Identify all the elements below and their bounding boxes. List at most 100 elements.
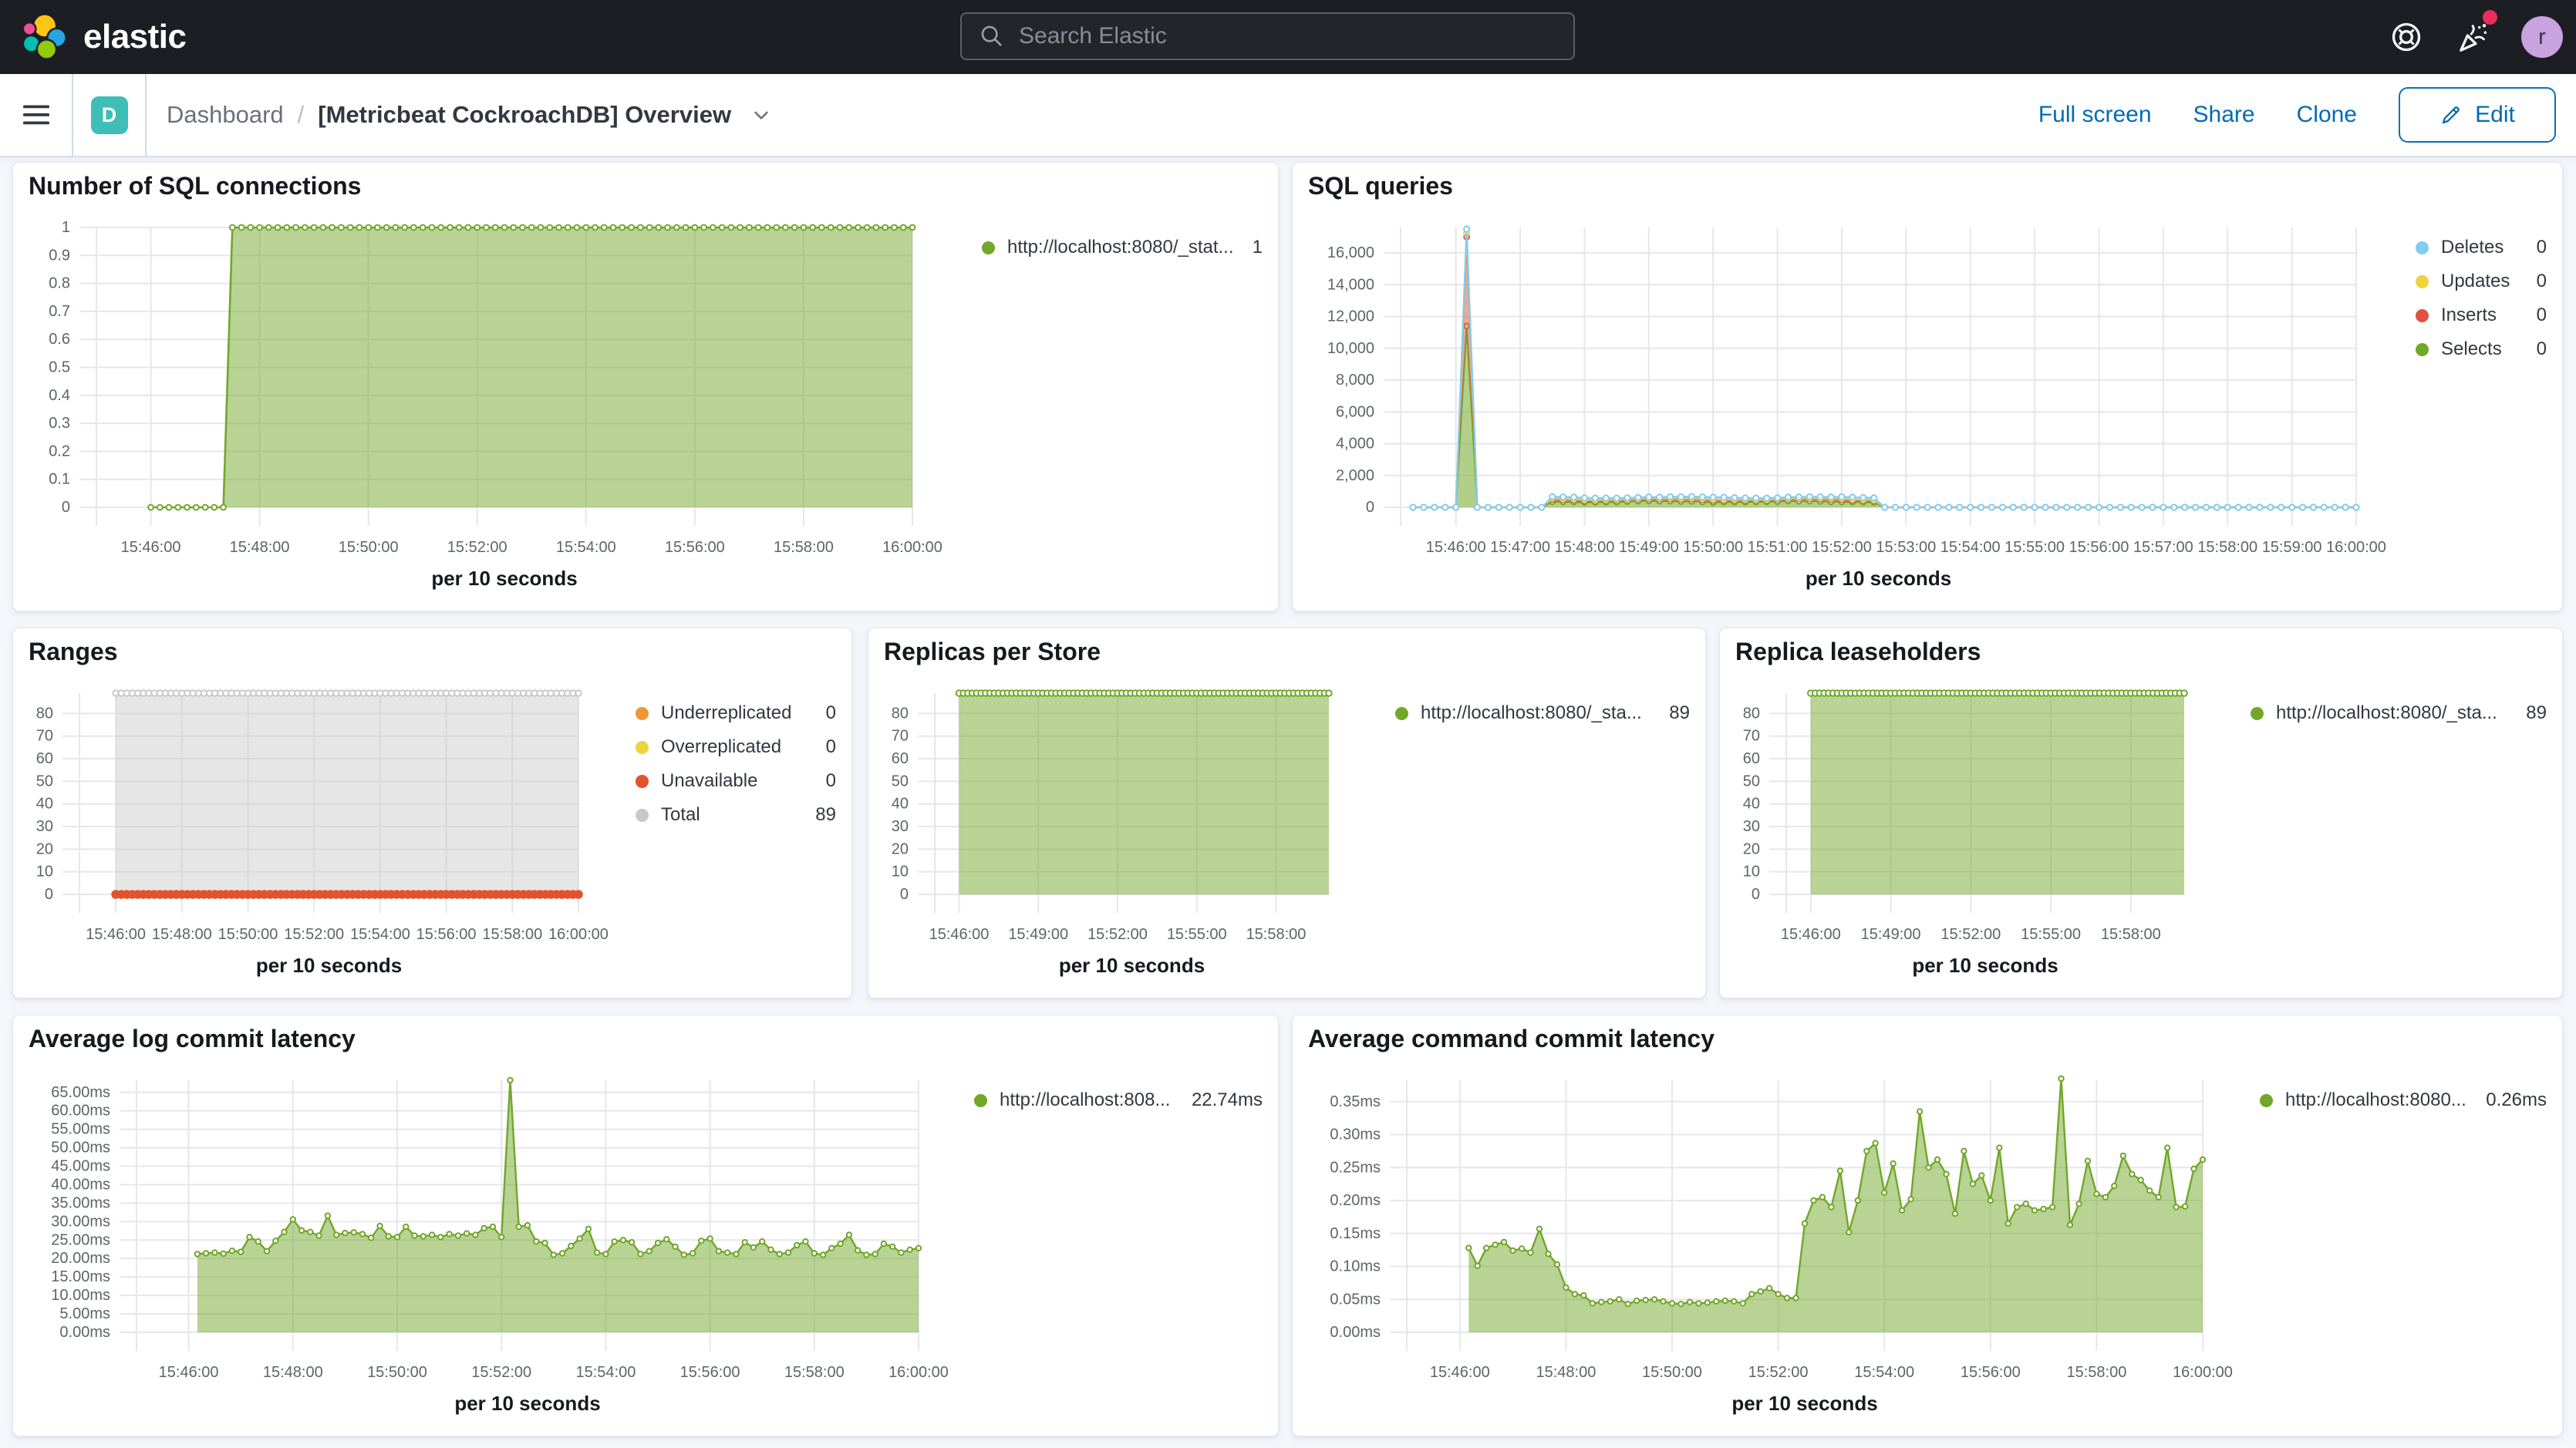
legend-item[interactable]: http://localhost:8080/_sta...89 bbox=[2244, 696, 2547, 730]
edit-button[interactable]: Edit bbox=[2399, 87, 2556, 143]
legend-item[interactable]: http://localhost:8080/_sta...89 bbox=[1389, 696, 1690, 730]
svg-text:16:00:00: 16:00:00 bbox=[2173, 1364, 2233, 1381]
legend-series-label: Underreplicated bbox=[661, 702, 815, 724]
help-button[interactable] bbox=[2372, 0, 2440, 74]
legend-item[interactable]: Selects0 bbox=[2409, 332, 2547, 366]
svg-text:0.7: 0.7 bbox=[49, 303, 70, 320]
svg-text:15:54:00: 15:54:00 bbox=[575, 1364, 636, 1381]
svg-text:6,000: 6,000 bbox=[1336, 403, 1374, 420]
svg-text:15.00ms: 15.00ms bbox=[51, 1268, 110, 1285]
legend-item[interactable]: http://localhost:808...22.74ms bbox=[968, 1083, 1263, 1117]
svg-text:60: 60 bbox=[1743, 750, 1760, 767]
svg-text:0.30ms: 0.30ms bbox=[1330, 1126, 1381, 1143]
chart-plot[interactable]: 15:46:0015:48:0015:50:0015:52:0015:54:00… bbox=[29, 1065, 968, 1425]
svg-text:15:48:00: 15:48:00 bbox=[263, 1364, 323, 1381]
legend-item[interactable]: http://localhost:8080...0.26ms bbox=[2254, 1083, 2547, 1117]
svg-text:0.35ms: 0.35ms bbox=[1330, 1093, 1381, 1110]
full-screen-button[interactable]: Full screen bbox=[2038, 102, 2152, 128]
breadcrumb-bar: D Dashboard / [Metricbeat CockroachDB] O… bbox=[0, 74, 2576, 157]
elastic-logo[interactable]: elastic bbox=[22, 13, 186, 61]
panel-title[interactable]: SQL queries bbox=[1308, 172, 1453, 200]
svg-text:15:46:00: 15:46:00 bbox=[159, 1364, 219, 1381]
legend-series-label: Selects bbox=[2441, 338, 2526, 360]
legend-series-value: 0 bbox=[826, 736, 836, 758]
svg-text:16:00:00: 16:00:00 bbox=[2326, 539, 2386, 556]
legend-item[interactable]: Updates0 bbox=[2409, 264, 2547, 298]
legend-item[interactable]: Underreplicated0 bbox=[629, 696, 836, 730]
search-input[interactable] bbox=[1019, 23, 1512, 49]
chart-plot[interactable]: 15:46:0015:48:0015:50:0015:52:0015:54:00… bbox=[1308, 1065, 2254, 1425]
svg-text:15:49:00: 15:49:00 bbox=[1619, 539, 1679, 556]
panel-title[interactable]: Number of SQL connections bbox=[29, 172, 361, 200]
panel-title[interactable]: Average log commit latency bbox=[29, 1025, 356, 1053]
svg-text:per 10 seconds: per 10 seconds bbox=[1731, 1392, 1877, 1415]
global-header: elastic bbox=[0, 0, 2576, 74]
svg-text:45.00ms: 45.00ms bbox=[51, 1158, 110, 1175]
panel-title[interactable]: Average command commit latency bbox=[1308, 1025, 1715, 1053]
legend-item[interactable]: Overreplicated0 bbox=[629, 730, 836, 764]
svg-text:0: 0 bbox=[900, 886, 909, 903]
chart-plot[interactable]: 15:46:0015:49:0015:52:0015:55:0015:58:00… bbox=[1735, 678, 2244, 987]
avatar: r bbox=[2521, 16, 2563, 58]
svg-text:15:52:00: 15:52:00 bbox=[1087, 926, 1148, 943]
svg-text:50.00ms: 50.00ms bbox=[51, 1140, 110, 1157]
svg-text:0: 0 bbox=[62, 499, 70, 516]
svg-text:0.10ms: 0.10ms bbox=[1330, 1258, 1381, 1275]
breadcrumb-dashboard[interactable]: Dashboard bbox=[167, 101, 284, 129]
global-search[interactable] bbox=[960, 12, 1575, 60]
svg-text:14,000: 14,000 bbox=[1327, 276, 1374, 293]
chart-plot[interactable]: 15:46:0015:47:0015:48:0015:49:0015:50:00… bbox=[1308, 212, 2409, 600]
share-button[interactable]: Share bbox=[2193, 102, 2255, 128]
chart-plot[interactable]: 15:46:0015:48:0015:50:0015:52:0015:54:00… bbox=[29, 678, 629, 987]
legend-series-dot bbox=[2416, 343, 2429, 356]
legend-series-label: Total bbox=[661, 804, 804, 826]
svg-text:10.00ms: 10.00ms bbox=[51, 1287, 110, 1304]
legend-item[interactable]: Deletes0 bbox=[2409, 231, 2547, 264]
chart-plot[interactable]: 15:46:0015:48:0015:50:0015:52:0015:54:00… bbox=[29, 212, 976, 600]
chevron-down-icon[interactable] bbox=[750, 103, 773, 126]
legend-item[interactable]: Inserts0 bbox=[2409, 298, 2547, 332]
svg-text:12,000: 12,000 bbox=[1327, 308, 1374, 325]
svg-text:60.00ms: 60.00ms bbox=[51, 1103, 110, 1120]
legend-item[interactable]: Unavailable0 bbox=[629, 764, 836, 798]
svg-text:15:55:00: 15:55:00 bbox=[2021, 926, 2081, 943]
svg-text:80: 80 bbox=[1743, 705, 1760, 722]
panel-sql-queries: SQL queries 15:46:0015:47:0015:48:0015:4… bbox=[1292, 162, 2563, 611]
svg-text:15:54:00: 15:54:00 bbox=[556, 539, 616, 556]
chart-plot[interactable]: 15:46:0015:49:0015:52:0015:55:0015:58:00… bbox=[884, 678, 1389, 987]
svg-text:15:48:00: 15:48:00 bbox=[1536, 1364, 1596, 1381]
news-button[interactable] bbox=[2440, 0, 2508, 74]
panel-average-log-commit-latency: Average log commit latency 15:46:00 15:48… bbox=[12, 1015, 1279, 1436]
user-menu-button[interactable]: r bbox=[2508, 0, 2576, 74]
svg-text:16,000: 16,000 bbox=[1327, 244, 1374, 261]
legend-item[interactable]: http://localhost:8080/_stat...1 bbox=[976, 231, 1263, 264]
space-badge[interactable]: D bbox=[91, 96, 128, 134]
legend-series-value: 0 bbox=[2537, 305, 2547, 326]
svg-text:15:48:00: 15:48:00 bbox=[152, 926, 212, 943]
svg-text:0.1: 0.1 bbox=[49, 471, 70, 488]
svg-text:15:58:00: 15:58:00 bbox=[482, 926, 542, 943]
svg-text:0.8: 0.8 bbox=[49, 275, 70, 292]
breadcrumb: Dashboard / [Metricbeat CockroachDB] Ove… bbox=[167, 101, 773, 129]
elastic-logo-icon bbox=[22, 13, 69, 61]
svg-text:5.00ms: 5.00ms bbox=[59, 1305, 110, 1322]
legend-series-value: 89 bbox=[815, 804, 836, 826]
menu-button[interactable] bbox=[0, 74, 73, 156]
svg-text:20: 20 bbox=[36, 840, 53, 857]
svg-text:15:58:00: 15:58:00 bbox=[774, 539, 834, 556]
svg-text:10: 10 bbox=[892, 864, 909, 881]
legend-series-label: Updates bbox=[2441, 271, 2526, 292]
legend-item[interactable]: Total 89 bbox=[629, 798, 836, 832]
svg-text:70: 70 bbox=[36, 728, 53, 745]
svg-text:per 10 seconds: per 10 seconds bbox=[1806, 567, 1951, 590]
panel-title[interactable]: Replica leaseholders bbox=[1735, 638, 1981, 666]
svg-text:20: 20 bbox=[1743, 840, 1760, 857]
panel-title[interactable]: Ranges bbox=[29, 638, 118, 666]
svg-text:15:54:00: 15:54:00 bbox=[1940, 539, 2001, 556]
svg-text:0.5: 0.5 bbox=[49, 359, 70, 376]
panel-title[interactable]: Replicas per Store bbox=[884, 638, 1101, 666]
chart-legend: http://localhost:8080/_sta...89 bbox=[1389, 696, 1690, 730]
legend-series-dot bbox=[982, 241, 995, 254]
svg-text:15:56:00: 15:56:00 bbox=[416, 926, 477, 943]
clone-button[interactable]: Clone bbox=[2297, 102, 2357, 128]
